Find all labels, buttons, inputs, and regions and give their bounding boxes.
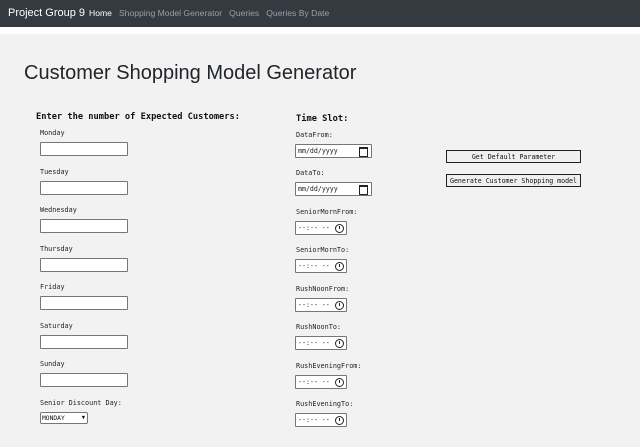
chevron-down-icon: ▼ xyxy=(81,415,85,421)
senior-morn-from-input[interactable]: --:-- -- xyxy=(295,221,347,235)
senior-morn-to-input[interactable]: --:-- -- xyxy=(295,259,347,273)
date-from-input[interactable]: mm/dd/yyyy xyxy=(295,144,372,158)
senior-morn-from-label: SeniorMornFrom: xyxy=(296,208,358,216)
rush-evening-to-label: RushEveningTo: xyxy=(296,400,354,408)
nav-link-queries-by-date[interactable]: Queries By Date xyxy=(266,8,329,18)
calendar-icon[interactable] xyxy=(359,147,368,157)
monday-label: Monday xyxy=(40,129,65,137)
sunday-input[interactable] xyxy=(40,373,128,387)
senior-discount-select[interactable]: MONDAY ▼ xyxy=(40,412,88,424)
senior-morn-from-placeholder: --:-- -- xyxy=(298,224,330,232)
rush-noon-from-label: RushNoonFrom: xyxy=(296,285,350,293)
saturday-label: Saturday xyxy=(40,322,73,330)
friday-input[interactable] xyxy=(40,296,128,310)
timeslot-heading: Time Slot: xyxy=(296,114,349,124)
senior-discount-value: MONDAY xyxy=(42,414,65,422)
senior-discount-label: Senior Discount Day: xyxy=(40,399,122,407)
rush-noon-to-placeholder: --:-- -- xyxy=(298,339,330,347)
tuesday-label: Tuesday xyxy=(40,168,69,176)
customers-heading: Enter the number of Expected Customers: xyxy=(36,112,240,122)
rush-noon-to-input[interactable]: --:-- -- xyxy=(295,336,347,350)
clock-icon[interactable] xyxy=(335,301,344,310)
rush-evening-from-label: RushEveningFrom: xyxy=(296,362,362,370)
date-to-input[interactable]: mm/dd/yyyy xyxy=(295,182,372,196)
date-to-placeholder: mm/dd/yyyy xyxy=(298,185,338,193)
navbar: Project Group 9 Home Shopping Model Gene… xyxy=(0,0,640,27)
get-default-parameter-button[interactable]: Get Default Parameter xyxy=(446,150,581,163)
rush-evening-to-input[interactable]: --:-- -- xyxy=(295,413,347,427)
senior-morn-to-label: SeniorMornTo: xyxy=(296,246,350,254)
date-to-label: DataTo: xyxy=(296,169,325,177)
clock-icon[interactable] xyxy=(335,378,344,387)
wednesday-label: Wednesday xyxy=(40,206,77,214)
tuesday-input[interactable] xyxy=(40,181,128,195)
wednesday-input[interactable] xyxy=(40,219,128,233)
rush-evening-from-placeholder: --:-- -- xyxy=(298,378,330,386)
nav-links: Home Shopping Model Generator Queries Qu… xyxy=(89,8,336,18)
clock-icon[interactable] xyxy=(335,262,344,271)
thursday-input[interactable] xyxy=(40,258,128,272)
rush-noon-from-input[interactable]: --:-- -- xyxy=(295,298,347,312)
monday-input[interactable] xyxy=(40,142,128,156)
saturday-input[interactable] xyxy=(40,335,128,349)
clock-icon[interactable] xyxy=(335,339,344,348)
nav-link-queries[interactable]: Queries xyxy=(229,8,259,18)
sunday-label: Sunday xyxy=(40,360,65,368)
date-from-label: DataFrom: xyxy=(296,131,333,139)
generate-customer-shopping-model-button[interactable]: Generate Customer Shopping model xyxy=(446,174,581,187)
clock-icon[interactable] xyxy=(335,224,344,233)
clock-icon[interactable] xyxy=(335,416,344,425)
page-title: Customer Shopping Model Generator xyxy=(24,62,357,84)
calendar-icon[interactable] xyxy=(359,185,368,195)
rush-noon-from-placeholder: --:-- -- xyxy=(298,301,330,309)
rush-evening-from-input[interactable]: --:-- -- xyxy=(295,375,347,389)
rush-evening-to-placeholder: --:-- -- xyxy=(298,416,330,424)
friday-label: Friday xyxy=(40,283,65,291)
thursday-label: Thursday xyxy=(40,245,73,253)
nav-link-home[interactable]: Home xyxy=(89,8,112,18)
date-from-placeholder: mm/dd/yyyy xyxy=(298,147,338,155)
rush-noon-to-label: RushNoonTo: xyxy=(296,323,342,331)
senior-morn-to-placeholder: --:-- -- xyxy=(298,262,330,270)
nav-link-shopping-model-generator[interactable]: Shopping Model Generator xyxy=(119,8,222,18)
navbar-brand[interactable]: Project Group 9 xyxy=(8,7,85,19)
